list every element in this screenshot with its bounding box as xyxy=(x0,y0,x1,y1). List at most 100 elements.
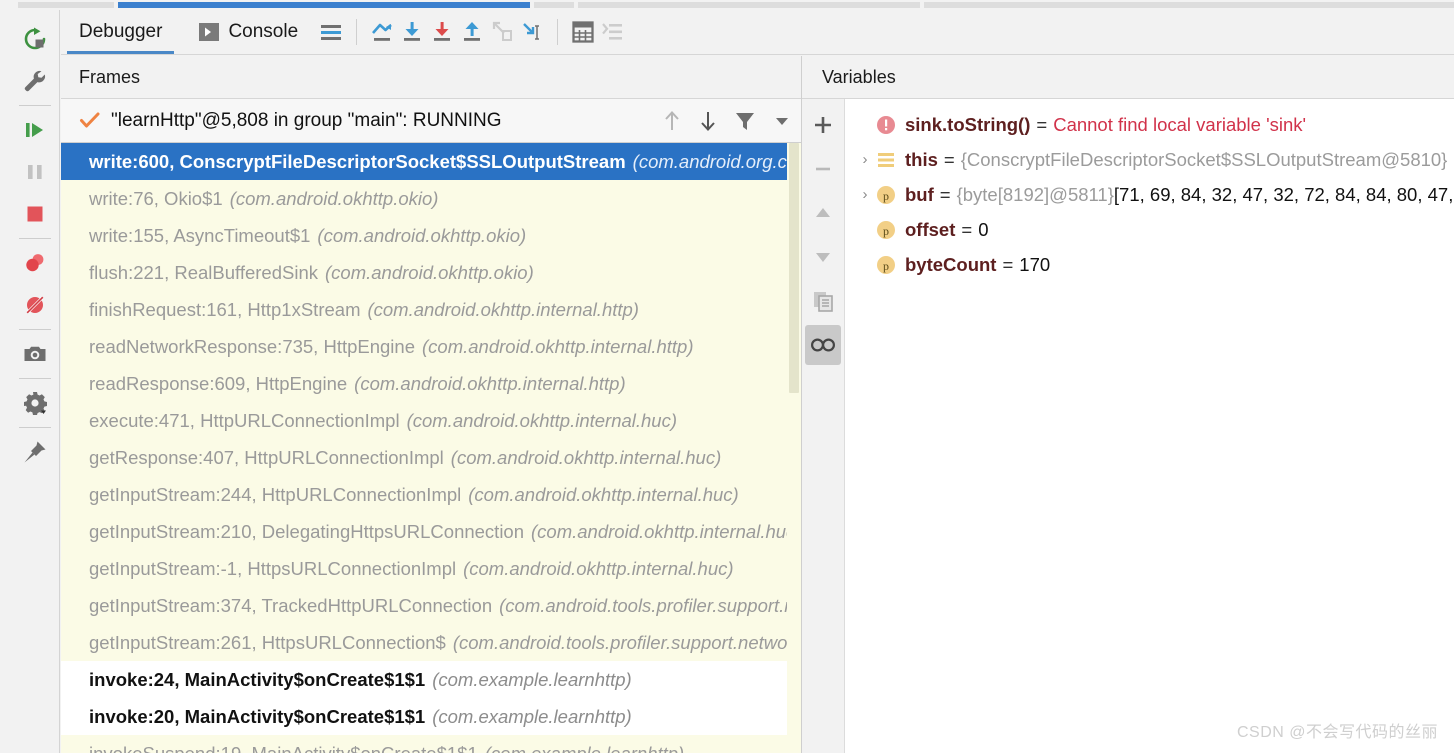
show-execution-point-icon[interactable] xyxy=(367,17,397,47)
variable-value: 0 xyxy=(978,218,989,240)
frame-location: finishRequest:161, Http1xStream xyxy=(89,298,361,320)
frame-row[interactable]: getInputStream:-1, HttpsURLConnectionImp… xyxy=(61,550,801,587)
move-watch-down-icon[interactable] xyxy=(805,237,841,277)
frame-row[interactable]: invoke:20, MainActivity$onCreate$1$1 (com… xyxy=(61,698,801,735)
stop-icon[interactable] xyxy=(15,193,55,235)
frame-row[interactable]: write:76, Okio$1 (com.android.okhttp.okio… xyxy=(61,180,801,217)
copy-value-icon[interactable] xyxy=(805,281,841,321)
layout-settings-icon[interactable] xyxy=(316,17,346,47)
variable-equals: = xyxy=(961,218,973,240)
frame-package: (com.example.learnhttp) xyxy=(432,705,632,727)
resume-program-icon[interactable] xyxy=(15,109,55,151)
step-over-icon[interactable] xyxy=(397,17,427,47)
run-to-cursor-icon[interactable] xyxy=(517,17,547,47)
frame-package: (com.android.okhttp.internal.huc) xyxy=(450,446,722,468)
variable-equals: = xyxy=(939,183,951,205)
field-badge-icon: p xyxy=(875,254,897,276)
wrench-icon[interactable] xyxy=(15,60,55,102)
frame-row[interactable]: readResponse:609, HttpEngine (com.android… xyxy=(61,365,801,402)
frames-scrollbar[interactable] xyxy=(787,143,801,753)
frame-package: (com.android.okhttp.internal.huc) xyxy=(531,520,801,542)
frame-package: (com.android.org.conscrypt) xyxy=(632,150,801,172)
console-icon xyxy=(198,21,220,43)
frame-row[interactable]: flush:221, RealBufferedSink (com.android.… xyxy=(61,254,801,291)
frame-row[interactable]: invoke:24, MainActivity$onCreate$1$1 (com… xyxy=(61,661,801,698)
frame-row[interactable]: getInputStream:210, DelegatingHttpsURLCo… xyxy=(61,513,801,550)
frame-row[interactable]: getInputStream:374, TrackedHttpURLConnec… xyxy=(61,587,801,624)
screenshot-camera-icon[interactable] xyxy=(15,333,55,375)
frame-location: write:76, Okio$1 xyxy=(89,187,223,209)
window-tab-segment[interactable] xyxy=(18,2,114,8)
frames-up-icon[interactable] xyxy=(661,108,683,134)
toolbar-divider xyxy=(18,427,51,428)
frames-list[interactable]: write:600, ConscryptFileDescriptorSocket… xyxy=(61,143,801,753)
variable-row[interactable]: › p buf = {byte[8192]@5811} [71, 69, 84, 32,… xyxy=(845,177,1454,212)
variable-equals: = xyxy=(1036,113,1048,135)
toolbar-divider xyxy=(18,238,51,239)
frame-package: (com.android.okhttp.internal.huc) xyxy=(463,557,734,579)
frame-row[interactable]: getInputStream:261, HttpsURLConnection$ (… xyxy=(61,624,801,661)
frame-row[interactable]: write:600, ConscryptFileDescriptorSocket… xyxy=(61,143,801,180)
window-tab-strip xyxy=(0,0,1454,10)
frame-row[interactable]: finishRequest:161, Http1xStream (com.andr… xyxy=(61,291,801,328)
toolbar-divider xyxy=(18,329,51,330)
filter-icon[interactable] xyxy=(733,108,757,134)
frame-package: (com.android.okhttp.internal.huc) xyxy=(468,483,739,505)
dropdown-chevron-icon[interactable] xyxy=(771,108,793,134)
variable-equals: = xyxy=(943,148,955,170)
chevron-right-icon[interactable]: › xyxy=(855,151,875,168)
variable-name: buf xyxy=(905,183,934,205)
frame-row[interactable]: invokeSuspend:19, MainActivity$onCreate$… xyxy=(61,735,801,753)
frame-package: (com.android.okhttp.internal.http) xyxy=(367,298,639,320)
tab-debugger[interactable]: Debugger xyxy=(61,10,180,54)
settings-gear-icon[interactable] xyxy=(15,382,55,424)
frame-row[interactable]: readNetworkResponse:735, HttpEngine (com.… xyxy=(61,328,801,365)
frame-package: (com.example.learnhttp) xyxy=(432,668,632,690)
frame-row[interactable]: getInputStream:244, HttpURLConnectionImp… xyxy=(61,476,801,513)
pause-program-icon[interactable] xyxy=(15,151,55,193)
thread-label: "learnHttp"@5,808 in group "main": RUNNI… xyxy=(111,109,502,131)
frame-row[interactable]: write:155, AsyncTimeout$1 (com.android.ok… xyxy=(61,217,801,254)
inspect-icon[interactable] xyxy=(805,325,841,365)
field-badge-icon: p xyxy=(875,184,897,206)
pin-icon[interactable] xyxy=(15,431,55,473)
chevron-right-icon[interactable]: › xyxy=(855,186,875,203)
window-tab-segment[interactable] xyxy=(578,2,920,8)
variables-panel-title: Variables xyxy=(802,56,1454,99)
window-tab-segment[interactable] xyxy=(118,2,530,8)
svg-text:p: p xyxy=(883,189,889,203)
window-tab-segment[interactable] xyxy=(534,2,574,8)
frame-location: invoke:24, MainActivity$onCreate$1$1 xyxy=(89,668,426,690)
trace-current-stream-icon[interactable] xyxy=(598,17,628,47)
rerun-icon[interactable] xyxy=(15,18,55,60)
step-out-icon[interactable] xyxy=(457,17,487,47)
frame-row[interactable]: getResponse:407, HttpURLConnectionImpl (c… xyxy=(61,439,801,476)
frames-down-icon[interactable] xyxy=(697,108,719,134)
step-into-icon[interactable] xyxy=(427,17,457,47)
frames-panel-title: Frames xyxy=(61,56,801,99)
frame-package: (com.android.okhttp.internal.http) xyxy=(354,372,626,394)
variables-list[interactable]: sink.toString() = Cannot find local variab… xyxy=(845,99,1454,753)
frame-location: execute:471, HttpURLConnectionImpl xyxy=(89,409,400,431)
variable-row[interactable]: › this = {ConscryptFileDescriptorSocket$SSL… xyxy=(845,142,1454,177)
variable-row[interactable]: sink.toString() = Cannot find local variab… xyxy=(845,107,1454,142)
variable-name: byteCount xyxy=(905,253,997,275)
mute-breakpoints-icon[interactable] xyxy=(15,284,55,326)
variable-row[interactable]: p offset = 0 xyxy=(845,212,1454,247)
tab-console[interactable]: Console xyxy=(180,10,316,54)
frame-package: (com.example.learnhttp) xyxy=(484,742,685,753)
window-tab-segment[interactable] xyxy=(924,2,1454,8)
frame-package: (com.android.tools.profiler.support.netw… xyxy=(499,594,801,616)
frame-row[interactable]: execute:471, HttpURLConnectionImpl (com.a… xyxy=(61,402,801,439)
evaluate-expression-icon[interactable] xyxy=(568,17,598,47)
move-watch-up-icon[interactable] xyxy=(805,193,841,233)
variable-equals: = xyxy=(1002,253,1014,275)
frames-scrollbar-thumb[interactable] xyxy=(789,143,799,393)
variable-row[interactable]: p byteCount = 170 xyxy=(845,247,1454,282)
field-badge-icon: p xyxy=(875,219,897,241)
remove-watch-icon[interactable] xyxy=(805,149,841,189)
thread-selector-row[interactable]: "learnHttp"@5,808 in group "main": RUNNI… xyxy=(61,99,801,143)
add-watch-icon[interactable] xyxy=(805,105,841,145)
view-breakpoints-icon[interactable] xyxy=(15,242,55,284)
force-step-into-icon[interactable] xyxy=(487,17,517,47)
